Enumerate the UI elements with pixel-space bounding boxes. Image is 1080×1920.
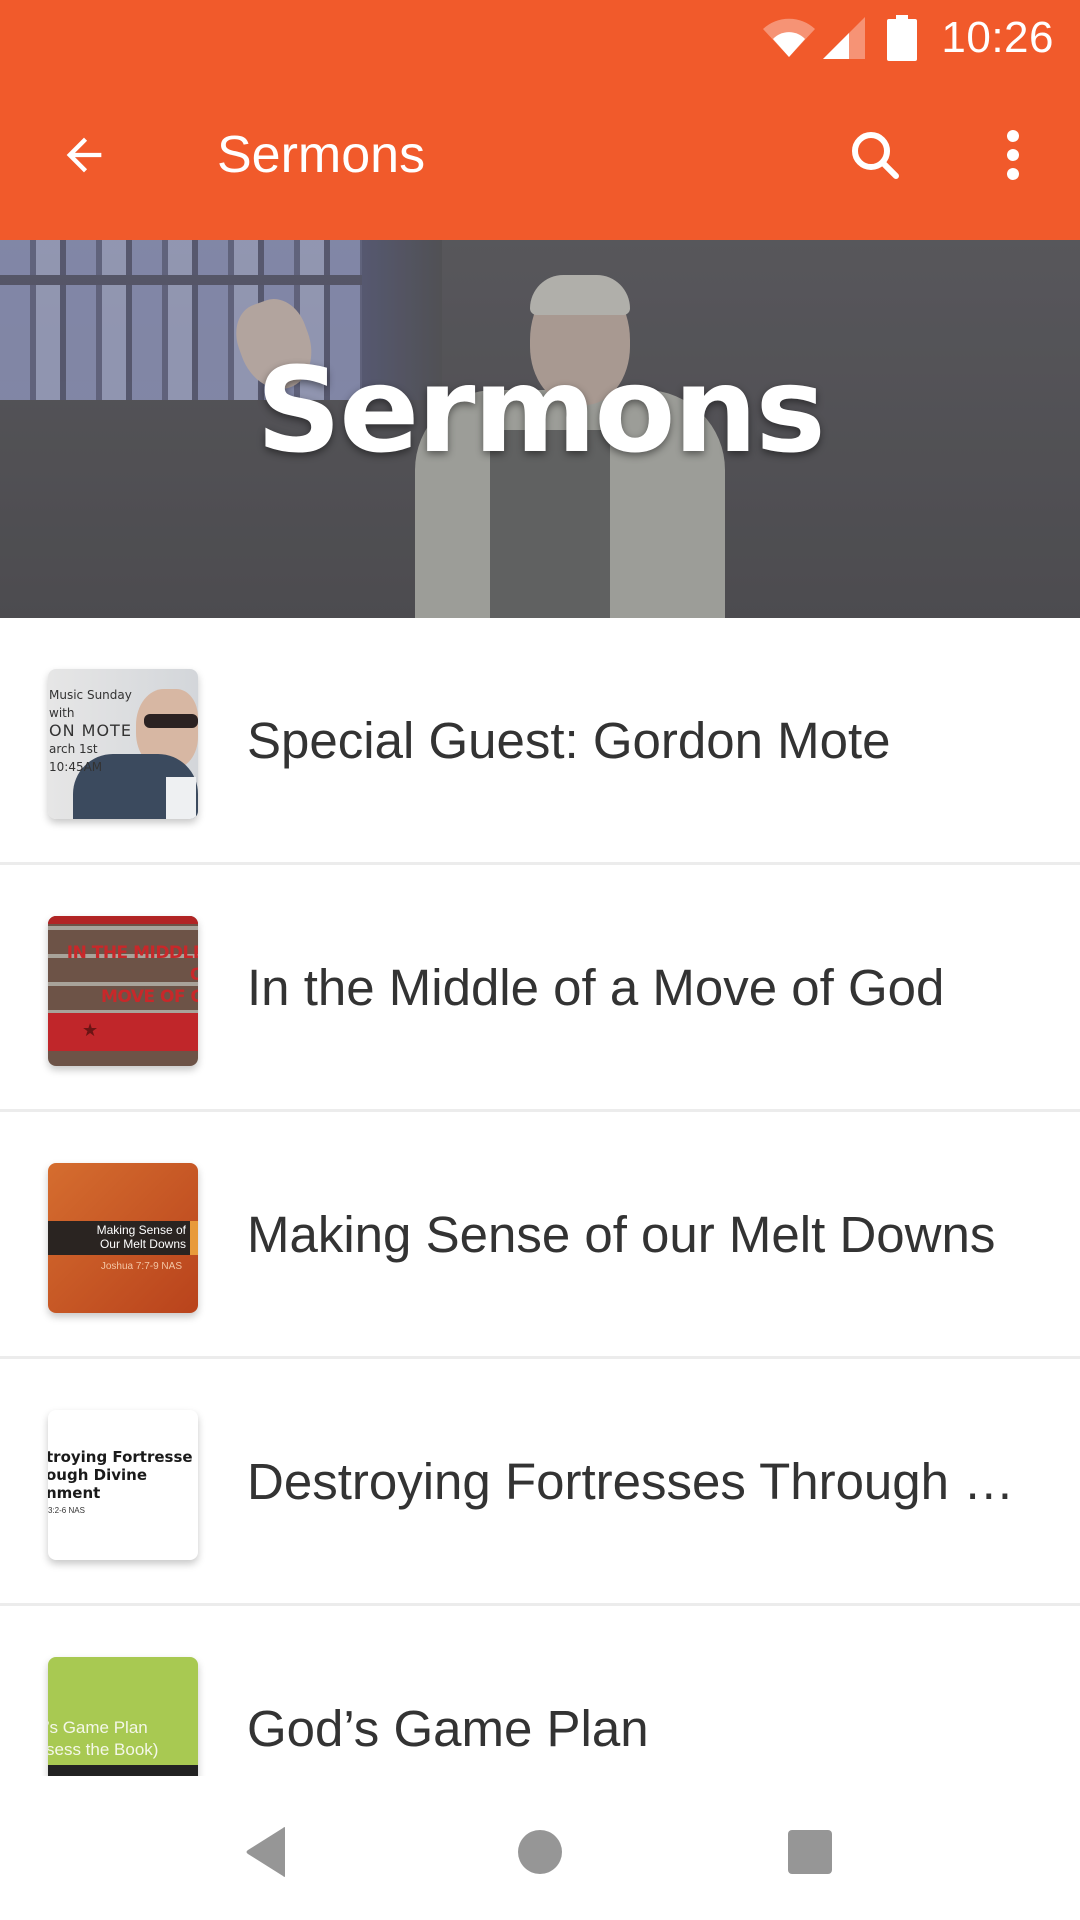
star-icon: ★ xyxy=(82,1020,99,1040)
wifi-icon xyxy=(763,18,816,57)
nav-home-icon xyxy=(518,1830,562,1874)
thumb-line: sess the Book) xyxy=(48,1740,159,1759)
thumb-line: nment xyxy=(48,1484,101,1502)
search-button[interactable] xyxy=(843,123,907,187)
nav-recents-icon xyxy=(788,1830,832,1874)
thumb-red-band xyxy=(48,1013,198,1051)
status-icons: 10:26 xyxy=(761,13,1054,62)
thumb-line: Making Sense of xyxy=(96,1223,186,1237)
nav-back-icon xyxy=(246,1827,285,1877)
thumb-line: IN THE MIDDLE O xyxy=(66,943,198,985)
hero-title: Sermons xyxy=(256,341,825,479)
sermon-title-text: Making Sense of our Melt Downs xyxy=(247,1205,996,1263)
more-options-button[interactable] xyxy=(985,123,1041,187)
thumb-line: ’s Game Plan xyxy=(48,1718,148,1737)
thumb-accent-tab xyxy=(190,1221,198,1255)
thumb-scripture-ref: 3:2-6 NAS xyxy=(48,1506,85,1515)
sermon-list: Music Sunday with ON MOTE arch 1st 10:45… xyxy=(0,618,1080,1853)
thumb-caption: Making Sense of Our Melt Downs xyxy=(97,1223,186,1251)
thumb-caption: ’s Game Plan sess the Book) xyxy=(48,1717,158,1761)
thumb-line: MOVE OF G xyxy=(100,987,198,1007)
thumb-scripture-ref: Joshua 7:7-9 NAS xyxy=(100,1261,182,1272)
arrow-back-icon xyxy=(66,137,102,173)
thumb-caption: troying Fortresse ough Divine nment xyxy=(48,1448,193,1502)
sermon-title-text: In the Middle of a Move of God xyxy=(247,958,945,1016)
thumb-line: Our Melt Downs xyxy=(99,1237,186,1251)
sermon-list-item[interactable]: troying Fortresse ough Divine nment 3:2-… xyxy=(0,1359,1080,1606)
sermon-title-text: Destroying Fortresses Through D... xyxy=(247,1452,1040,1510)
thumb-caption: Music Sunday with ON MOTE arch 1st 10:45… xyxy=(49,686,132,776)
hero-banner: Sermons xyxy=(0,240,1080,618)
sermon-list-item[interactable]: Music Sunday with ON MOTE arch 1st 10:45… xyxy=(0,618,1080,865)
sermon-thumbnail: Making Sense of Our Melt Downs Joshua 7:… xyxy=(48,1163,198,1313)
sermon-title: Destroying Fortresses Through D... xyxy=(247,1359,1040,1603)
sermon-thumbnail: IN THE MIDDLE O MOVE OF G ★ xyxy=(48,916,198,1066)
thumb-sunglasses xyxy=(144,714,198,728)
sermon-title: Special Guest: Gordon Mote xyxy=(247,618,1040,862)
nav-recents-button[interactable] xyxy=(770,1812,850,1892)
thumb-line: Music Sunday xyxy=(49,688,132,702)
status-bar: 10:26 xyxy=(0,0,1080,75)
more-vert-icon xyxy=(1007,130,1019,180)
thumb-line: troying Fortresse xyxy=(48,1448,193,1466)
app-bar: 10:26 Sermons xyxy=(0,0,1080,240)
sermon-title: In the Middle of a Move of God xyxy=(247,865,1040,1109)
thumb-line: arch 1st xyxy=(49,742,98,756)
back-button[interactable] xyxy=(52,123,116,187)
cell-signal-icon xyxy=(823,17,866,59)
nav-back-button[interactable] xyxy=(227,1812,307,1892)
thumb-line: 10:45AM xyxy=(49,760,103,774)
thumb-line: with xyxy=(49,706,75,720)
sermon-thumbnail: troying Fortresse ough Divine nment 3:2-… xyxy=(48,1410,198,1560)
toolbar-title: Sermons xyxy=(217,126,426,184)
thumb-caption: IN THE MIDDLE O MOVE OF G xyxy=(48,942,198,1008)
sermon-list-item[interactable]: IN THE MIDDLE O MOVE OF G ★ In the Middl… xyxy=(0,865,1080,1112)
search-icon xyxy=(852,132,899,179)
sermon-thumbnail: Music Sunday with ON MOTE arch 1st 10:45… xyxy=(48,669,198,819)
thumb-line: ough Divine xyxy=(48,1466,147,1484)
sermon-title-text: Special Guest: Gordon Mote xyxy=(247,711,891,769)
battery-icon xyxy=(887,15,918,61)
clock: 10:26 xyxy=(941,13,1054,62)
nav-home-button[interactable] xyxy=(500,1812,580,1892)
thumb-red-stripe xyxy=(48,916,198,924)
thumb-collar xyxy=(166,777,196,819)
sermon-list-item[interactable]: Making Sense of Our Melt Downs Joshua 7:… xyxy=(0,1112,1080,1359)
sermon-title: Making Sense of our Melt Downs xyxy=(247,1112,1040,1356)
system-nav-bar xyxy=(0,1776,1080,1920)
thumb-line: ON MOTE xyxy=(49,721,132,740)
sermon-title-text: God’s Game Plan xyxy=(247,1699,649,1757)
toolbar: Sermons xyxy=(0,75,1080,240)
